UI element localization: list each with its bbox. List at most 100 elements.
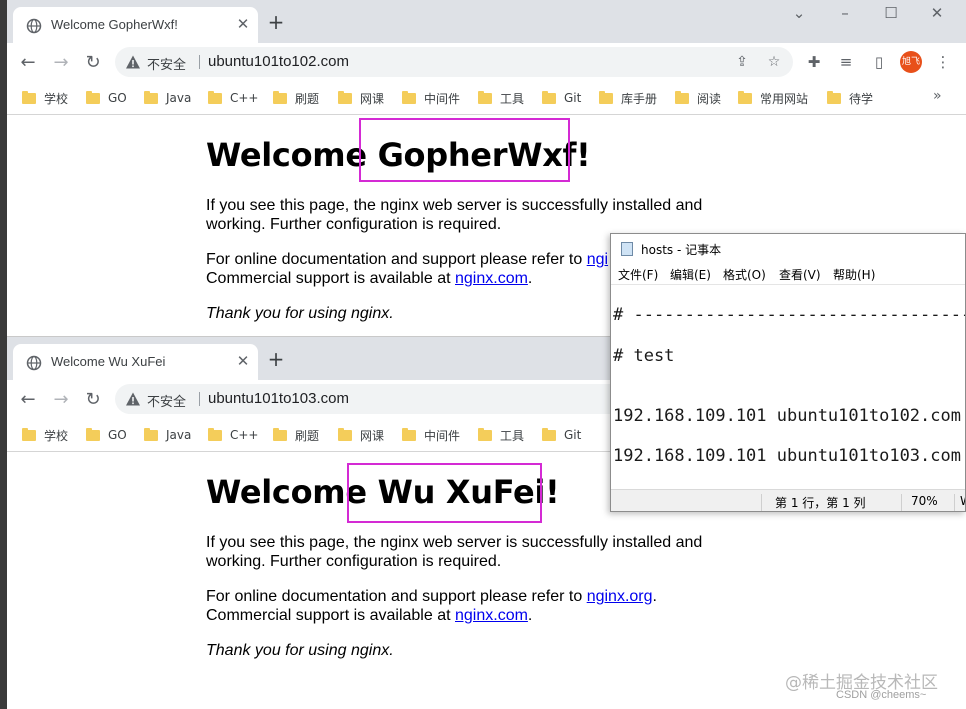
- reload-icon[interactable]: ↻: [81, 388, 105, 412]
- folder-icon: [738, 90, 752, 104]
- divider: [199, 55, 200, 69]
- notepad-statusbar: 第 1 行，第 1 列 70% W: [611, 489, 965, 511]
- bookmark-folder[interactable]: GO: [86, 426, 127, 444]
- menu-help[interactable]: 帮助(H): [833, 266, 875, 283]
- zoom-level: 70%: [911, 494, 938, 508]
- folder-icon: [86, 90, 100, 104]
- address-bar[interactable]: 不安全 ubuntu101to102.com ⇪ ☆: [115, 47, 793, 77]
- star-icon[interactable]: ☆: [765, 53, 783, 71]
- tab-active[interactable]: Welcome Wu XuFei ✕: [13, 344, 258, 380]
- notepad-icon: [621, 242, 633, 256]
- warning-icon[interactable]: [125, 391, 141, 407]
- bookmark-folder[interactable]: GO: [86, 89, 127, 107]
- bookmark-folder[interactable]: Java: [144, 426, 191, 444]
- bookmark-folder[interactable]: 刷题: [273, 89, 319, 107]
- bookmark-folder[interactable]: 刷题: [273, 426, 319, 444]
- new-tab-button[interactable]: +: [265, 12, 287, 34]
- bookmark-folder[interactable]: C++: [208, 89, 259, 107]
- avatar[interactable]: 旭飞: [900, 51, 922, 73]
- highlight-box: [359, 118, 570, 182]
- reload-icon[interactable]: ↻: [81, 51, 105, 75]
- forward-arrow-icon[interactable]: →: [49, 51, 73, 75]
- folder-icon: [542, 90, 556, 104]
- bookmark-folder[interactable]: 中间件: [402, 426, 460, 444]
- new-tab-button[interactable]: +: [265, 349, 287, 371]
- menu-file[interactable]: 文件(F): [618, 266, 658, 283]
- bookmark-folder[interactable]: 学校: [22, 89, 68, 107]
- tab-title: Welcome GopherWxf!: [51, 17, 178, 32]
- folder-icon: [478, 427, 492, 441]
- notepad-menubar: 文件(F) 编辑(E) 格式(O) 查看(V) 帮助(H): [611, 263, 965, 285]
- folder-icon: [599, 90, 613, 104]
- extensions-icon[interactable]: ✚: [804, 52, 824, 72]
- bookmark-folder[interactable]: 网课: [338, 426, 384, 444]
- nginx-com-link[interactable]: nginx.com: [455, 607, 528, 624]
- insecure-label[interactable]: 不安全: [147, 54, 186, 73]
- forward-arrow-icon[interactable]: →: [49, 388, 73, 412]
- back-arrow-icon[interactable]: ←: [16, 388, 40, 412]
- bookmark-folder[interactable]: 待学: [827, 89, 873, 107]
- close-tab-icon[interactable]: ✕: [234, 352, 252, 370]
- back-arrow-icon[interactable]: ←: [16, 51, 40, 75]
- folder-icon: [273, 90, 287, 104]
- divider: [761, 494, 762, 511]
- bookmark-folder[interactable]: 工具: [478, 89, 524, 107]
- folder-icon: [86, 427, 100, 441]
- url-text[interactable]: ubuntu101to102.com: [208, 53, 349, 70]
- more-menu-icon[interactable]: ⋮: [933, 52, 953, 72]
- bookmark-folder[interactable]: Git: [542, 426, 581, 444]
- folder-icon: [478, 90, 492, 104]
- bookmark-folder[interactable]: 工具: [478, 426, 524, 444]
- intro-paragraph: If you see this page, the nginx web serv…: [206, 197, 703, 233]
- line-ending: W: [960, 494, 965, 508]
- window-controls: ⌄ – ☐ ✕: [776, 0, 960, 28]
- folder-icon: [402, 90, 416, 104]
- close-window-button[interactable]: ✕: [914, 0, 960, 28]
- notepad-title: hosts - 记事本: [641, 243, 722, 257]
- chevron-down-icon[interactable]: ⌄: [776, 0, 822, 28]
- menu-edit[interactable]: 编辑(E): [670, 266, 711, 283]
- bookmark-folder[interactable]: Git: [542, 89, 581, 107]
- bookmark-folder[interactable]: 库手册: [599, 89, 657, 107]
- bookmark-folder[interactable]: C++: [208, 426, 259, 444]
- url-text[interactable]: ubuntu101to103.com: [208, 390, 349, 407]
- bookmark-folder[interactable]: Java: [144, 89, 191, 107]
- folder-icon: [675, 90, 689, 104]
- folder-icon: [22, 427, 36, 441]
- minimize-button[interactable]: –: [822, 0, 868, 28]
- intro-paragraph: If you see this page, the nginx web serv…: [206, 534, 703, 570]
- maximize-button[interactable]: ☐: [868, 0, 914, 28]
- side-panel-icon[interactable]: ▯: [869, 52, 889, 72]
- bookmark-folder[interactable]: 阅读: [675, 89, 721, 107]
- menu-view[interactable]: 查看(V): [779, 266, 821, 283]
- folder-icon: [273, 427, 287, 441]
- nginx-com-link[interactable]: nginx.com: [455, 270, 528, 287]
- browser-toolbar: ← → ↻ 不安全 ubuntu101to102.com ⇪ ☆ ✚ ≡ ▯ 旭…: [7, 43, 966, 82]
- nginx-org-link[interactable]: nginx.org: [587, 588, 653, 605]
- chevron-right-icon[interactable]: »: [933, 88, 942, 104]
- share-icon[interactable]: ⇪: [733, 53, 751, 71]
- folder-icon: [338, 90, 352, 104]
- bookmark-folder[interactable]: 常用网站: [738, 89, 808, 107]
- notepad-window: hosts - 记事本 文件(F) 编辑(E) 格式(O) 查看(V) 帮助(H…: [610, 233, 966, 512]
- media-list-icon[interactable]: ≡: [836, 52, 856, 72]
- bookmark-folder[interactable]: 网课: [338, 89, 384, 107]
- notepad-titlebar[interactable]: hosts - 记事本: [611, 234, 965, 263]
- folder-icon: [402, 427, 416, 441]
- menu-format[interactable]: 格式(O): [723, 266, 766, 283]
- folder-icon: [208, 427, 222, 441]
- nginx-org-link[interactable]: ngi: [587, 251, 608, 268]
- folder-icon: [338, 427, 352, 441]
- text-line: 192.168.109.101 ubuntu101to102.com: [613, 406, 961, 426]
- text-line: # --------------------------------------…: [613, 305, 965, 325]
- notepad-editor[interactable]: # --------------------------------------…: [611, 285, 965, 491]
- globe-icon: [26, 18, 42, 34]
- folder-icon: [542, 427, 556, 441]
- insecure-label[interactable]: 不安全: [147, 391, 186, 410]
- text-line: # test: [613, 346, 675, 366]
- bookmark-folder[interactable]: 中间件: [402, 89, 460, 107]
- warning-icon[interactable]: [125, 54, 141, 70]
- close-tab-icon[interactable]: ✕: [234, 15, 252, 33]
- tab-active[interactable]: Welcome GopherWxf! ✕: [13, 7, 258, 43]
- bookmark-folder[interactable]: 学校: [22, 426, 68, 444]
